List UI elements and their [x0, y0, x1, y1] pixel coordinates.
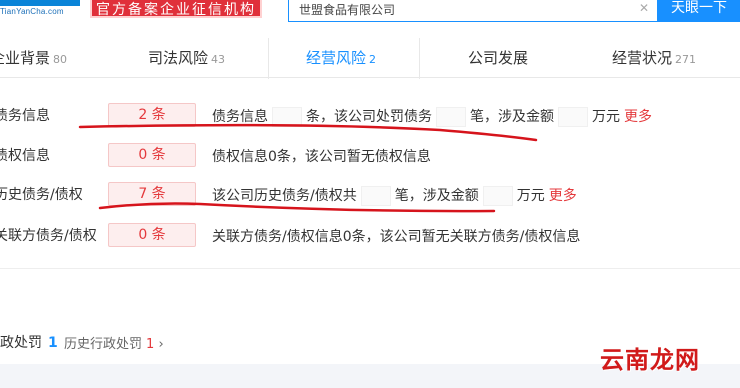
tab-count: 271	[675, 53, 697, 66]
row-label: 债权信息	[0, 148, 50, 164]
count-badge[interactable]: 0 条	[108, 223, 196, 247]
annotation-stroke	[78, 123, 538, 142]
watermark: 云南龙网	[600, 345, 700, 374]
history-label: 历史行政处罚	[64, 337, 143, 352]
desc-text: 该公司历史债务/债权共	[212, 188, 357, 204]
tab-count: 43	[211, 53, 226, 66]
row-description: 债务信息 条，该公司处罚债务 笔，涉及金额 万元 更多	[212, 106, 652, 127]
page: TianYanCha.com 官方备案企业征信机构 世盟食品有限公司 ✕ 天眼一…	[0, 0, 740, 388]
tab-label: 经营风险	[306, 49, 367, 67]
certification-badge: 官方备案企业征信机构	[90, 0, 262, 18]
tab-operating-risk[interactable]: 经营风险 2	[306, 38, 376, 78]
count-badge[interactable]: 2 条	[108, 103, 196, 127]
desc-text: 万元	[516, 188, 545, 204]
tab-count: 2	[369, 53, 377, 66]
row-description: 债权信息0条，该公司暂无债权信息	[212, 149, 431, 165]
more-link[interactable]: 更多	[624, 109, 652, 125]
more-link[interactable]: 更多	[549, 188, 577, 204]
admin-penalty-title: 行政处罚 1	[0, 332, 72, 352]
tab-bar: 企业背景80 司法风险43 经营风险2 公司发展 经营状况271	[0, 38, 740, 78]
row-label: 关联方债务/债权	[0, 228, 97, 244]
tab-label: 司法风险	[148, 49, 209, 67]
tab-operating-status[interactable]: 经营状况 271	[612, 38, 696, 78]
top-header: TianYanCha.com 官方备案企业征信机构 世盟食品有限公司 ✕ 天眼一…	[0, 0, 740, 34]
chevron-right-icon: ›	[158, 337, 164, 352]
desc-text: 笔，涉及金额	[470, 109, 554, 125]
tab-label: 经营状况	[612, 49, 673, 67]
history-admin-penalty-link[interactable]: 历史行政处罚 1 ›	[64, 333, 164, 352]
tab-enterprise-background[interactable]: 企业背景80	[0, 38, 67, 78]
desc-text: 债务信息	[212, 109, 268, 125]
count-badge[interactable]: 0 条	[108, 143, 196, 167]
logo-mark	[0, 0, 80, 6]
clear-icon[interactable]: ✕	[639, 1, 649, 15]
redacted-value	[272, 107, 302, 127]
tab-label: 企业背景	[0, 49, 51, 67]
desc-text: 万元	[592, 109, 620, 125]
section-divider	[0, 268, 740, 269]
search-input[interactable]: 世盟食品有限公司	[299, 1, 395, 18]
desc-text: 条，该公司处罚债务	[306, 109, 432, 125]
tab-count: 80	[53, 53, 68, 66]
history-count: 1	[146, 337, 155, 352]
row-label: 历史债务/债权	[0, 187, 83, 203]
row-description: 该公司历史债务/债权共 笔，涉及金额 万元 更多	[212, 185, 577, 206]
row-related-debt-credit: 关联方债务/债权 0 条 关联方债务/债权信息0条，该公司暂无关联方债务/债权信…	[0, 223, 740, 247]
desc-text: 笔，涉及金额	[394, 188, 479, 204]
logo-domain: TianYanCha.com	[0, 7, 64, 16]
redacted-value	[558, 107, 588, 127]
section-title: 行政处罚	[0, 335, 42, 351]
tab-legal-risk[interactable]: 司法风险 43	[148, 38, 225, 78]
row-label: 债务信息	[0, 108, 50, 124]
redacted-value	[360, 186, 391, 206]
search-box[interactable]: 世盟食品有限公司 ✕	[288, 0, 658, 22]
section-count: 1	[48, 335, 58, 351]
row-credit-info: 债权信息 0 条 债权信息0条，该公司暂无债权信息	[0, 143, 740, 167]
logo[interactable]: TianYanCha.com	[0, 0, 80, 22]
tab-company-development[interactable]: 公司发展	[468, 38, 528, 78]
search-button[interactable]: 天眼一下	[658, 0, 740, 22]
redacted-value	[482, 186, 513, 206]
row-debt-info: 债务信息 2 条 债务信息 条，该公司处罚债务 笔，涉及金额 万元 更多	[0, 103, 740, 127]
tab-label: 公司发展	[468, 49, 529, 67]
row-history-debt-credit: 历史债务/债权 7 条 该公司历史债务/债权共 笔，涉及金额 万元 更多	[0, 182, 740, 206]
count-badge[interactable]: 7 条	[108, 182, 196, 206]
redacted-value	[436, 107, 466, 127]
row-description: 关联方债务/债权信息0条，该公司暂无关联方债务/债权信息	[212, 229, 581, 245]
